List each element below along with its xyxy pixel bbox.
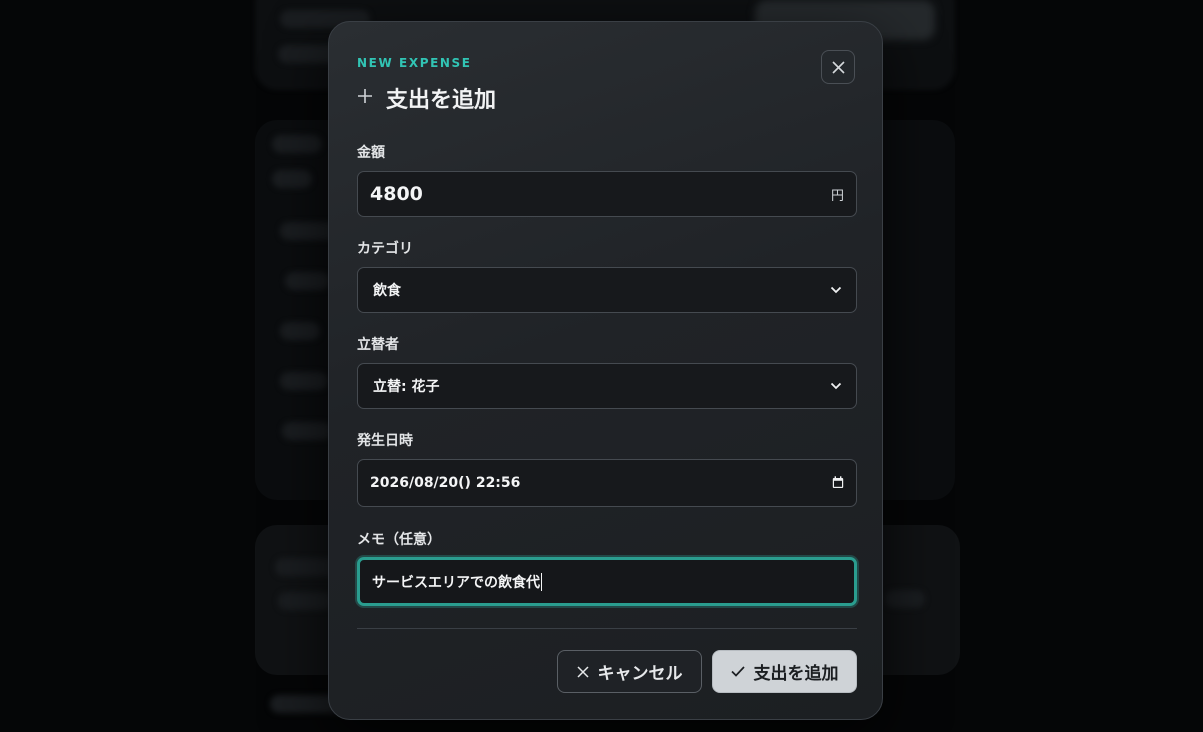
category-selected-value: 飲食 <box>373 283 401 299</box>
background-blur <box>280 322 320 340</box>
add-expense-dialog: NEW EXPENSE 支出を追加 金額 4800 円 カテゴリ 飲食 立替者 … <box>328 21 883 720</box>
footer-divider <box>357 628 857 629</box>
cancel-label: キャンセル <box>597 664 683 684</box>
background-blur <box>285 272 330 290</box>
amount-field[interactable]: 4800 円 <box>357 171 857 217</box>
dialog-title-row: 支出を追加 <box>357 82 496 114</box>
amount-label: 金額 <box>357 145 385 161</box>
dialog-title: 支出を追加 <box>386 88 497 113</box>
memo-value: サービスエリアでの飲食代 <box>372 574 540 591</box>
amount-unit: 円 <box>830 188 844 204</box>
datetime-value: 2026/08/20() 22:56 <box>370 475 521 491</box>
chevron-down-icon <box>830 286 844 294</box>
payer-selected-value: 立替: 花子 <box>373 379 440 395</box>
datetime-label: 発生日時 <box>357 433 413 449</box>
memo-label: メモ（任意） <box>357 532 441 548</box>
calendar-icon[interactable] <box>832 474 844 493</box>
amount-value: 4800 <box>370 183 423 205</box>
background-blur <box>885 590 925 608</box>
submit-label: 支出を追加 <box>753 664 839 684</box>
memo-input[interactable]: サービスエリアでの飲食代 <box>357 557 857 606</box>
background-blur <box>272 170 312 188</box>
payer-select[interactable]: 立替: 花子 <box>357 363 857 409</box>
close-icon <box>576 665 589 678</box>
category-select[interactable]: 飲食 <box>357 267 857 313</box>
plus-icon <box>357 87 377 109</box>
payer-label: 立替者 <box>357 337 399 353</box>
category-label: カテゴリ <box>357 241 413 257</box>
background-blur <box>272 135 322 153</box>
cancel-button[interactable]: キャンセル <box>557 650 702 693</box>
datetime-input[interactable]: 2026/08/20() 22:56 <box>357 459 857 507</box>
text-caret <box>541 572 542 591</box>
close-icon <box>831 60 845 74</box>
background-blur <box>282 422 332 440</box>
chevron-down-icon <box>830 382 844 390</box>
background-blur <box>280 372 328 390</box>
submit-button[interactable]: 支出を追加 <box>712 650 857 693</box>
close-button[interactable] <box>821 50 855 84</box>
check-icon <box>730 666 745 677</box>
background-blur <box>278 592 333 610</box>
dialog-eyebrow: NEW EXPENSE <box>357 56 472 70</box>
